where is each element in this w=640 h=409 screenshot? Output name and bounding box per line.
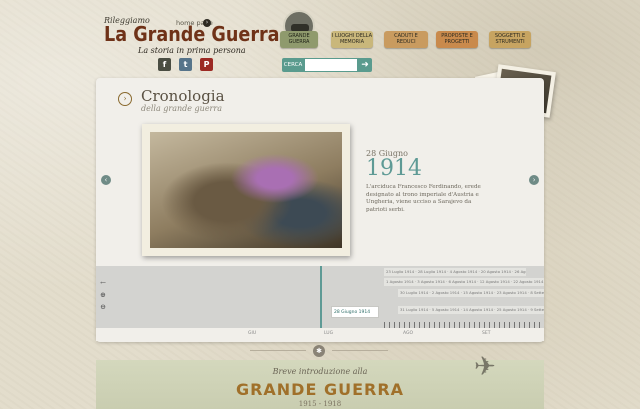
- month-label: LUG: [324, 331, 334, 336]
- intro-title[interactable]: GRANDE GUERRA: [0, 380, 640, 399]
- biplane-icon: ✈: [474, 352, 496, 382]
- timeline-axis: [96, 328, 544, 341]
- timeline-row[interactable]: 23 Luglio 1914 · 28 Luglio 1914 · 4 Agos…: [384, 268, 526, 276]
- divider: [250, 350, 306, 351]
- nav-soggetti-strumenti[interactable]: SOGGETTI E STRUMENTI: [489, 31, 531, 48]
- intro-years: 1915 - 1918: [298, 400, 342, 408]
- nav-caduti-reduci[interactable]: CADUTI E REDUCI: [384, 31, 428, 48]
- next-event-button[interactable]: ›: [529, 175, 539, 185]
- star-icon: ✱: [313, 345, 325, 357]
- search-input[interactable]: [304, 58, 358, 72]
- section-subtitle: della grande guerra: [141, 104, 222, 113]
- intro-subtitle: Breve introduzione alla: [272, 367, 368, 376]
- zoom-out-icon[interactable]: ⊖: [98, 302, 108, 312]
- event-year: 1914: [366, 156, 422, 181]
- nav-grande-guerra[interactable]: GRANDE GUERRA: [280, 31, 318, 48]
- event-description: L'arciduca Francesco Ferdinando, erede d…: [366, 184, 481, 213]
- facebook-icon[interactable]: f: [158, 58, 171, 71]
- nav-proposte-progetti[interactable]: PROPOSTE E PROGETTI: [436, 31, 478, 48]
- month-label: SET: [482, 331, 491, 336]
- month-label: GIU: [248, 331, 257, 336]
- nav-luoghi-memoria[interactable]: I LUOGHI DELLA MEMORIA: [331, 31, 373, 48]
- homepage-arrow-icon[interactable]: ›: [203, 19, 211, 27]
- twitter-icon[interactable]: t: [179, 58, 192, 71]
- divider: [332, 350, 388, 351]
- timeline-row[interactable]: 30 Luglio 1914 · 2 Agosto 1914 · 15 Agos…: [398, 289, 544, 297]
- timeline-row[interactable]: 1 Agosto 1914 · 3 Agosto 1914 · 6 Agosto…: [384, 278, 544, 286]
- month-label: AGO: [403, 331, 414, 336]
- event-photo: [142, 124, 350, 256]
- logo-subtitle: La storia in prima persona: [138, 46, 246, 55]
- timeline-row[interactable]: 31 Luglio 1914 · 5 Agosto 1914 · 14 Agos…: [398, 306, 544, 314]
- pinterest-icon[interactable]: P: [200, 58, 213, 71]
- search-submit-button[interactable]: ➜: [358, 58, 372, 72]
- arrow-circle-icon: ›: [118, 92, 132, 106]
- search-label: CERCA: [282, 58, 304, 72]
- selected-event-chip[interactable]: 28 Giugno 1914: [331, 306, 379, 318]
- zoom-in-icon[interactable]: ⊕: [98, 290, 108, 300]
- back-icon[interactable]: ←: [98, 278, 108, 288]
- section-title: Cronologia: [141, 87, 225, 105]
- timeline-marker: [320, 266, 322, 328]
- previous-event-button[interactable]: ‹: [101, 175, 111, 185]
